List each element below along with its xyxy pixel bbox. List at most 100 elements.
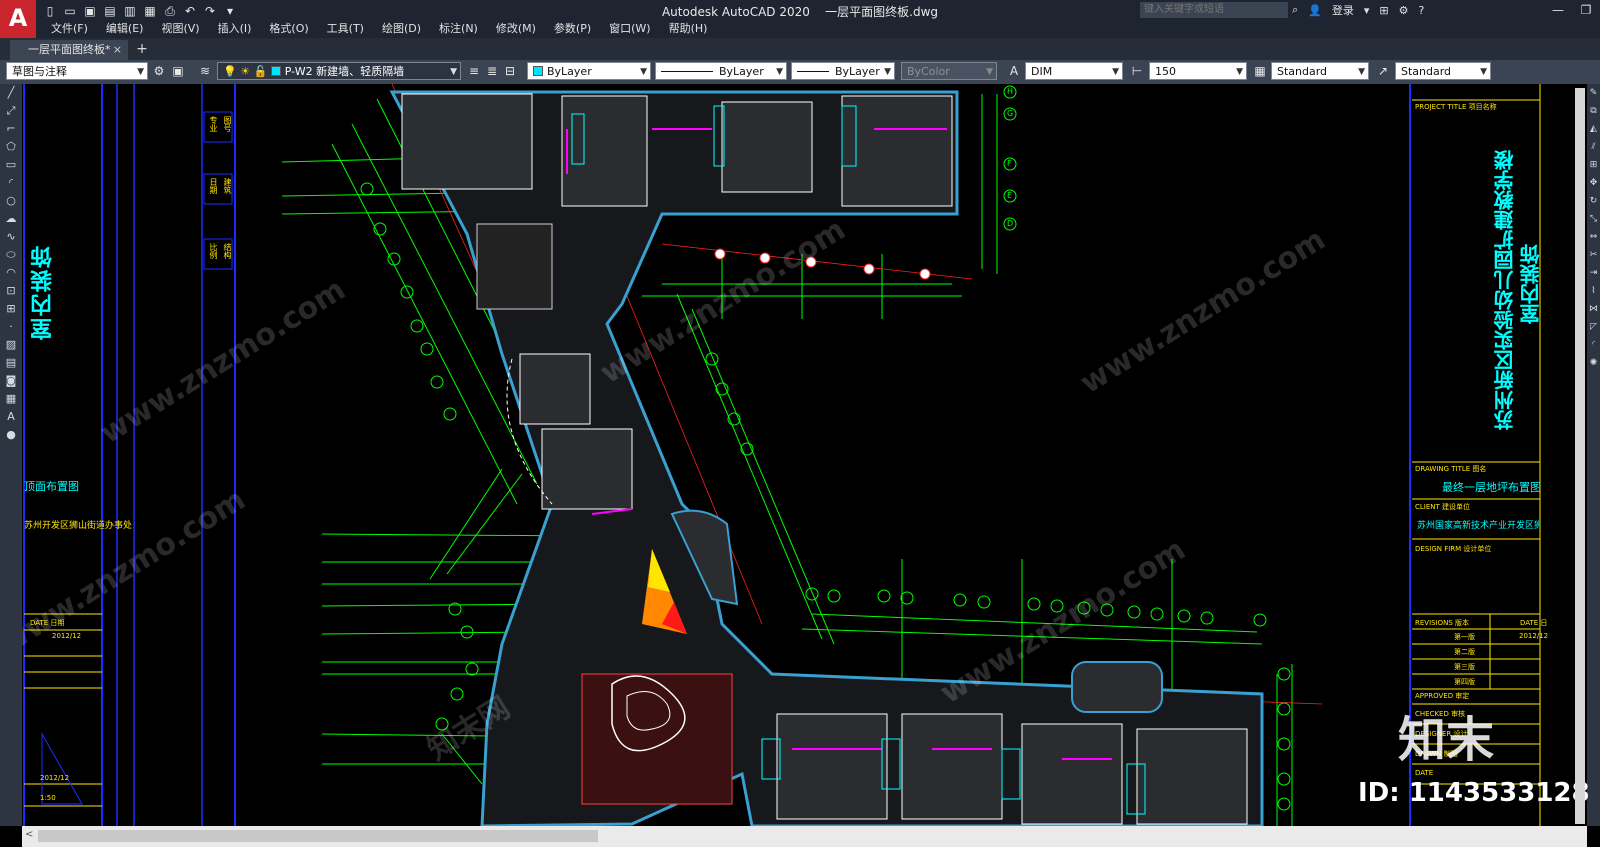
- save-web-icon[interactable]: ▦: [142, 3, 158, 19]
- dimension-style-icon[interactable]: A: [1006, 63, 1022, 79]
- tablestyle-select[interactable]: Standard ▼: [1395, 62, 1491, 80]
- menu-format[interactable]: 格式(O): [260, 21, 317, 37]
- drawing-title: 最终一层地坪布置图: [1442, 481, 1541, 494]
- workspace-select[interactable]: 草图与注释 ▼: [6, 62, 148, 80]
- model-space-canvas[interactable]: 室内装饰 顶面布置图 苏州开发区狮山街道办事处 DATE 日期 2012/12 …: [22, 84, 1587, 826]
- region-icon[interactable]: ◙: [0, 372, 22, 390]
- scale-select[interactable]: 150 ▼: [1149, 62, 1247, 80]
- arc-icon[interactable]: ◜: [0, 174, 22, 192]
- textstyle-select[interactable]: Standard ▼: [1271, 62, 1369, 80]
- chamfer-icon[interactable]: ◸: [1587, 318, 1600, 336]
- axis-label-g: G: [1007, 109, 1014, 118]
- cart-icon[interactable]: ⊞: [1379, 4, 1388, 17]
- ellipse-icon[interactable]: ⬭: [0, 246, 22, 264]
- search-input[interactable]: [1140, 2, 1288, 18]
- vertical-scrollbar[interactable]: [1575, 88, 1585, 824]
- hatch-icon[interactable]: ▨: [0, 336, 22, 354]
- scale-icon[interactable]: ⊢: [1129, 63, 1145, 79]
- break-icon[interactable]: ⌇: [1587, 282, 1600, 300]
- previous-layer-icon[interactable]: ⊟: [502, 63, 518, 79]
- make-current-icon[interactable]: ≡: [466, 63, 482, 79]
- make-block-icon[interactable]: ⊞: [0, 300, 22, 318]
- menu-view[interactable]: 视图(V): [152, 21, 208, 37]
- workspace-lock-icon[interactable]: ▣: [170, 63, 186, 79]
- open-web-icon[interactable]: ▥: [122, 3, 138, 19]
- menu-modify[interactable]: 修改(M): [487, 21, 545, 37]
- help-icon[interactable]: ?: [1419, 4, 1425, 17]
- menu-help[interactable]: 帮助(H): [660, 21, 717, 37]
- project-title-label: PROJECT TITLE 项目名称: [1415, 103, 1497, 111]
- stretch-icon[interactable]: ⇔: [1587, 228, 1600, 246]
- lineweight-select[interactable]: ByLayer ▼: [791, 62, 895, 80]
- chevron-down-icon[interactable]: ▾: [1364, 4, 1370, 17]
- plot-icon[interactable]: ⎙: [162, 3, 178, 19]
- autocad-logo-icon[interactable]: A: [0, 0, 36, 38]
- move-icon[interactable]: ✥: [1587, 174, 1600, 192]
- binoculars-icon[interactable]: ⌕: [1292, 3, 1298, 17]
- offset-icon[interactable]: ⫽: [1587, 138, 1600, 156]
- menu-edit[interactable]: 编辑(E): [97, 21, 153, 37]
- line-icon[interactable]: ╱: [0, 84, 22, 102]
- minimize-icon[interactable]: —: [1544, 0, 1572, 20]
- open-file-icon[interactable]: ▭: [62, 3, 78, 19]
- menu-insert[interactable]: 插入(I): [209, 21, 261, 37]
- menu-window[interactable]: 窗口(W): [600, 21, 659, 37]
- insert-block-icon[interactable]: ⊡: [0, 282, 22, 300]
- array-icon[interactable]: ⊞: [1587, 156, 1600, 174]
- workspace-gear-icon[interactable]: ⚙: [151, 63, 167, 79]
- rotate-icon[interactable]: ↻: [1587, 192, 1600, 210]
- login-label[interactable]: 登录: [1332, 2, 1354, 18]
- mtext-icon[interactable]: A: [0, 408, 22, 426]
- new-file-icon[interactable]: ▯: [42, 3, 58, 19]
- mirror-icon[interactable]: ◭: [1587, 120, 1600, 138]
- table-icon[interactable]: ▦: [0, 390, 22, 408]
- dimstyle-select[interactable]: DIM ▼: [1025, 62, 1123, 80]
- layer-select[interactable]: 💡 ☀ 🔓 P-W2 新建墙、轻质隔墙 ▼: [217, 62, 461, 80]
- gradient-icon[interactable]: ▤: [0, 354, 22, 372]
- add-selected-icon[interactable]: ●: [0, 426, 22, 444]
- close-icon[interactable]: ×: [113, 40, 122, 60]
- point-icon[interactable]: ·: [0, 318, 22, 336]
- connect-icon[interactable]: ⚙: [1399, 4, 1409, 17]
- user-icon[interactable]: 👤: [1308, 4, 1322, 17]
- polygon-icon[interactable]: ⬠: [0, 138, 22, 156]
- tab-document[interactable]: 一层平面图终板* ×: [10, 40, 128, 60]
- save-icon[interactable]: ▣: [82, 3, 98, 19]
- menu-file[interactable]: 文件(F): [42, 21, 97, 37]
- spline-icon[interactable]: ∿: [0, 228, 22, 246]
- fillet-icon[interactable]: ◜: [1587, 336, 1600, 354]
- revcloud-icon[interactable]: ☁: [0, 210, 22, 228]
- scale-modify-icon[interactable]: ⤡: [1587, 210, 1600, 228]
- explode-icon[interactable]: ✺: [1587, 354, 1600, 372]
- menu-dimension[interactable]: 标注(N): [430, 21, 487, 37]
- new-tab-icon[interactable]: +: [134, 41, 150, 57]
- extend-icon[interactable]: ⇥: [1587, 264, 1600, 282]
- color-select[interactable]: ByLayer ▼: [527, 62, 651, 80]
- construction-line-icon[interactable]: ⤢: [0, 102, 22, 120]
- menu-tools[interactable]: 工具(T): [318, 21, 373, 37]
- polyline-icon[interactable]: ⌐: [0, 120, 22, 138]
- restore-icon[interactable]: ❐: [1572, 0, 1600, 20]
- table-style-icon[interactable]: ▦: [1252, 63, 1268, 79]
- linetype-select[interactable]: ByLayer ▼: [655, 62, 787, 80]
- menu-parametric[interactable]: 参数(P): [545, 21, 600, 37]
- redo-icon[interactable]: ↷: [202, 3, 218, 19]
- circle-icon[interactable]: ○: [0, 192, 22, 210]
- save-as-icon[interactable]: ▤: [102, 3, 118, 19]
- multileader-style-icon[interactable]: ↗: [1375, 63, 1391, 79]
- menu-draw[interactable]: 绘图(D): [373, 21, 430, 37]
- ellipse-arc-icon[interactable]: ◠: [0, 264, 22, 282]
- undo-icon[interactable]: ↶: [182, 3, 198, 19]
- qat-dropdown-icon[interactable]: ▾: [222, 3, 238, 19]
- horizontal-scrollbar[interactable]: <: [22, 826, 1587, 847]
- trim-icon[interactable]: ✂: [1587, 246, 1600, 264]
- join-icon[interactable]: ⋈: [1587, 300, 1600, 318]
- match-layer-icon[interactable]: ≣: [484, 63, 500, 79]
- scroll-thumb[interactable]: [38, 830, 598, 842]
- copy-icon[interactable]: ⧉: [1587, 102, 1600, 120]
- erase-icon[interactable]: ✎: [1587, 84, 1600, 102]
- scroll-left-icon[interactable]: <: [25, 829, 33, 840]
- rectangle-icon[interactable]: ▭: [0, 156, 22, 174]
- layer-manager-icon[interactable]: ≋: [197, 63, 213, 79]
- revisions-label: REVISIONS 版本: [1415, 619, 1470, 627]
